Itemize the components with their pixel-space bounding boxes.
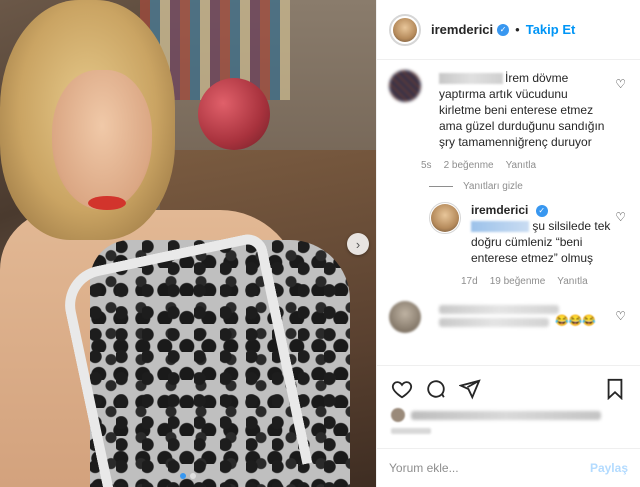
verified-icon: ✓ [535, 204, 548, 217]
reply-item: iremderici ✓ şu silsilede tek doğru cüml… [377, 192, 640, 287]
reply-like-heart-icon[interactable]: ♡ [615, 210, 626, 224]
comment-likes-count[interactable]: 2 beğenme [444, 160, 494, 171]
reply-text-block: iremderici ✓ şu silsilede tek doğru cüml… [471, 202, 611, 266]
carousel-next-button[interactable]: › [347, 233, 369, 255]
follow-button[interactable]: Takip Et [526, 22, 576, 37]
comment-item-blurred: 😂😂😂 ♡ [377, 287, 640, 333]
blurred-mention [471, 221, 529, 233]
comment-reply-button[interactable]: Yanıtla [506, 160, 536, 171]
comment-input[interactable]: Yorum ekle... [389, 461, 590, 475]
blurred-comment-line [439, 318, 549, 327]
comment-meta: 5s 2 beğenme Yanıtla [421, 160, 609, 171]
reply-likes-count[interactable]: 19 beğenme [490, 276, 546, 287]
verified-icon: ✓ [497, 23, 510, 36]
add-comment-bar: Yorum ekle... Paylaş [377, 448, 640, 487]
comment-emoji: 😂😂😂 [555, 315, 597, 327]
carousel-dot-active [180, 473, 186, 479]
heart-icon[interactable] [385, 372, 419, 406]
post-header: iremderici ✓ • Takip Et [377, 0, 640, 60]
username-link[interactable]: iremderici [431, 22, 493, 37]
commenter-avatar[interactable] [389, 70, 421, 102]
chevron-right-icon: › [355, 236, 361, 252]
bookmark-icon[interactable] [598, 372, 632, 406]
reply-reply-button[interactable]: Yanıtla [557, 276, 587, 287]
carousel-dots [0, 473, 376, 479]
reply-meta: 17d 19 beğenme Yanıtla [461, 276, 611, 287]
commenter-avatar-blurred[interactable] [389, 301, 421, 333]
share-icon[interactable] [453, 372, 487, 406]
photo-subject-face [52, 70, 152, 210]
liker-avatar [391, 408, 405, 422]
hide-replies-line [429, 186, 453, 187]
comment-icon[interactable] [419, 372, 453, 406]
comment-like-heart-icon[interactable]: ♡ [615, 77, 626, 91]
post-comment-button[interactable]: Paylaş [590, 461, 628, 475]
reply-avatar[interactable] [429, 202, 461, 234]
comment-like-heart-icon[interactable]: ♡ [615, 309, 626, 323]
comments-list[interactable]: İrem dövme yaptırma artık vücudunu kirle… [377, 60, 640, 365]
hide-replies-toggle[interactable]: Yanıtları gizle [377, 171, 640, 192]
comment-item: İrem dövme yaptırma artık vücudunu kirle… [377, 60, 640, 171]
blurred-comment-line [439, 305, 559, 314]
post-actions [377, 365, 640, 434]
post-side-panel: iremderici ✓ • Takip Et İrem dövme yaptı… [376, 0, 640, 487]
blurred-username [439, 73, 503, 85]
carousel-dot [190, 473, 196, 479]
comment-text-block: İrem dövme yaptırma artık vücudunu kirle… [439, 70, 609, 150]
header-separator: • [515, 22, 520, 37]
likes-summary[interactable] [385, 408, 632, 422]
post-photo[interactable]: › [0, 0, 376, 487]
reply-time: 17d [461, 276, 478, 287]
action-icons [385, 372, 632, 406]
post-date-blurred [391, 428, 431, 434]
hide-replies-label: Yanıtları gizle [463, 181, 523, 192]
avatar[interactable] [389, 13, 421, 46]
photo-exercise-ball [198, 78, 270, 150]
photo-subject-lips [88, 196, 126, 210]
comment-time: 5s [421, 160, 432, 171]
blurred-likes-text [411, 410, 601, 420]
reply-username[interactable]: iremderici [471, 203, 528, 217]
